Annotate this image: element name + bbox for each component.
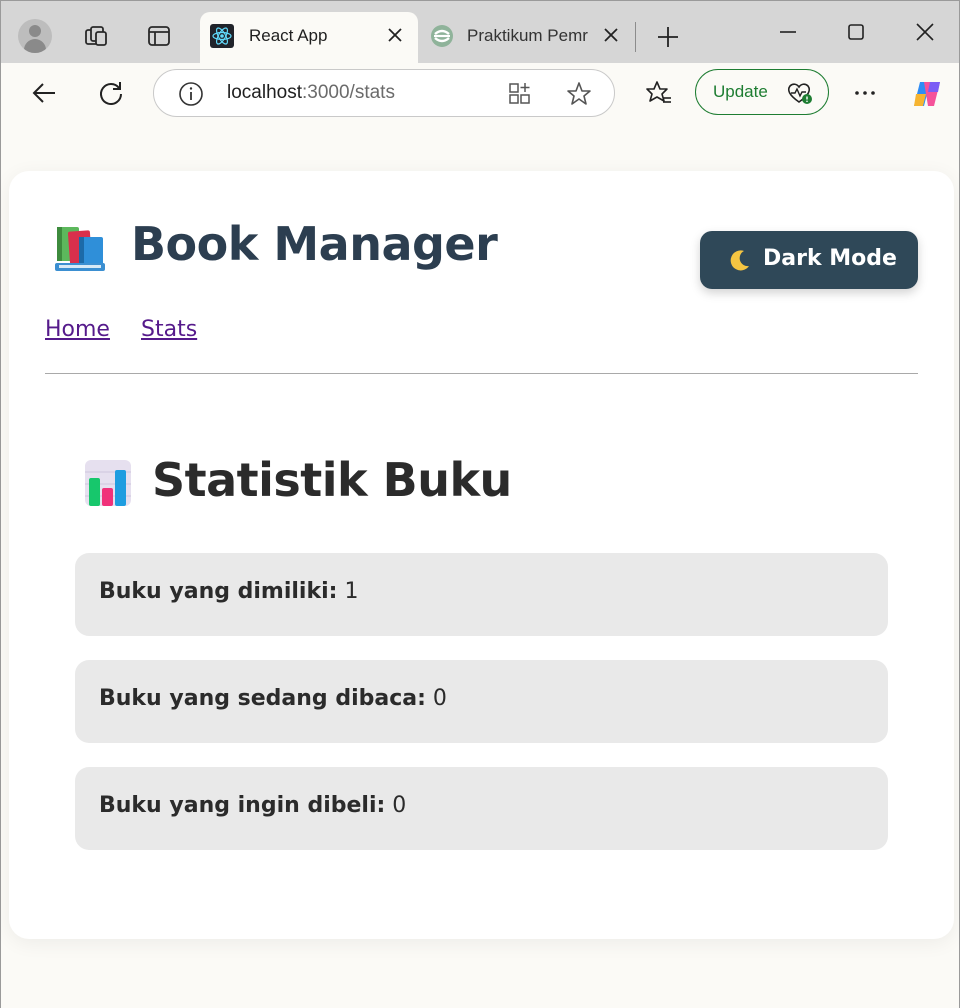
app-card: Book Manager Dark Mode Home Stats Statis… bbox=[9, 171, 954, 939]
tab-praktikum[interactable]: Praktikum Pemr bbox=[420, 12, 634, 63]
nav-home-link[interactable]: Home bbox=[45, 317, 110, 342]
close-icon[interactable] bbox=[602, 26, 620, 44]
copilot-icon[interactable] bbox=[910, 78, 944, 110]
workspaces-icon[interactable] bbox=[83, 23, 109, 49]
moon-icon bbox=[730, 250, 749, 271]
stat-label: Buku yang sedang dibaca: bbox=[99, 686, 426, 711]
info-icon[interactable] bbox=[178, 81, 204, 107]
address-bar[interactable]: localhost:3000/stats bbox=[153, 69, 615, 117]
minimize-icon[interactable] bbox=[775, 19, 801, 45]
apps-icon[interactable] bbox=[507, 81, 533, 107]
stat-value: 1 bbox=[344, 579, 359, 604]
heart-pulse-icon bbox=[787, 83, 812, 104]
stat-card-wishlist: Buku yang ingin dibeli: 0 bbox=[75, 767, 888, 850]
new-tab-icon[interactable] bbox=[656, 25, 680, 49]
react-favicon-icon bbox=[210, 24, 234, 48]
update-button[interactable]: Update bbox=[695, 69, 829, 115]
stat-text: Buku yang dimiliki: 1 bbox=[99, 579, 358, 604]
tab-strip: React App Praktikum Pemr bbox=[1, 1, 959, 63]
stat-label: Buku yang ingin dibeli: bbox=[99, 793, 386, 818]
stat-card-reading: Buku yang sedang dibaca: 0 bbox=[75, 660, 888, 743]
dark-mode-button[interactable]: Dark Mode bbox=[700, 231, 918, 289]
stat-text: Buku yang ingin dibeli: 0 bbox=[99, 793, 406, 818]
window-close-icon[interactable] bbox=[912, 19, 938, 45]
browser-toolbar: localhost:3000/stats Update bbox=[1, 63, 959, 123]
stat-label: Buku yang dimiliki: bbox=[99, 579, 338, 604]
maximize-icon[interactable] bbox=[843, 19, 869, 45]
url-path: :3000/stats bbox=[302, 82, 395, 103]
tab-title: Praktikum Pemr bbox=[467, 26, 588, 45]
stat-value: 0 bbox=[432, 686, 447, 711]
favorites-icon[interactable] bbox=[645, 79, 673, 107]
site-favicon-icon bbox=[431, 25, 453, 47]
app-title: Book Manager bbox=[131, 217, 498, 271]
tab-title: React App bbox=[249, 26, 328, 45]
nav-stats-link[interactable]: Stats bbox=[141, 317, 197, 342]
books-icon bbox=[55, 227, 105, 271]
bar-chart-icon bbox=[85, 460, 131, 506]
update-label: Update bbox=[713, 82, 768, 101]
stat-card-owned: Buku yang dimiliki: 1 bbox=[75, 553, 888, 636]
stat-value: 0 bbox=[392, 793, 407, 818]
tab-divider bbox=[635, 22, 636, 52]
stat-text: Buku yang sedang dibaca: 0 bbox=[99, 686, 447, 711]
favorite-star-icon[interactable] bbox=[565, 80, 593, 108]
page-viewport: Book Manager Dark Mode Home Stats Statis… bbox=[1, 123, 959, 1008]
stats-heading: Statistik Buku bbox=[152, 453, 512, 507]
profile-icon[interactable] bbox=[18, 19, 52, 53]
close-icon[interactable] bbox=[386, 26, 404, 44]
more-icon[interactable] bbox=[851, 79, 879, 107]
dark-mode-label: Dark Mode bbox=[763, 246, 897, 271]
tab-actions-icon[interactable] bbox=[146, 23, 172, 49]
browser-window: React App Praktikum Pemr localhost:3000/… bbox=[0, 0, 960, 1008]
refresh-icon[interactable] bbox=[97, 79, 125, 107]
url-text[interactable]: localhost:3000/stats bbox=[227, 82, 395, 104]
nav-divider bbox=[45, 373, 918, 374]
url-host: localhost bbox=[227, 82, 302, 103]
back-icon[interactable] bbox=[30, 79, 58, 107]
tab-react-app[interactable]: React App bbox=[200, 12, 418, 63]
